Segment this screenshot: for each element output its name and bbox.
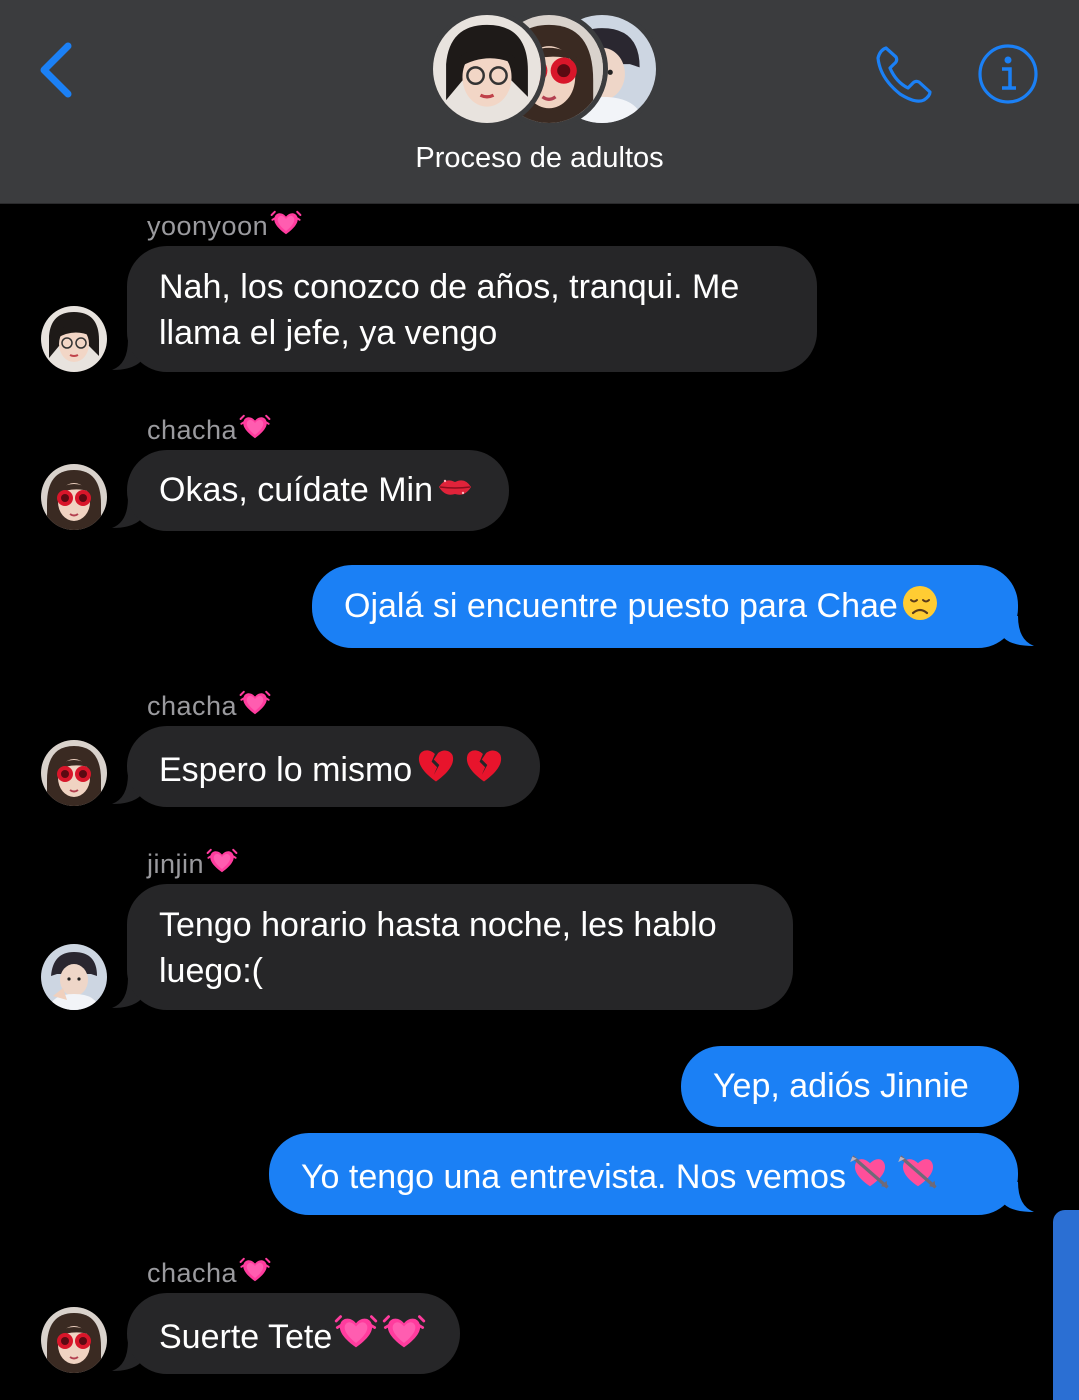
broken-heart-icon — [412, 743, 460, 787]
sender-name: jinjin — [147, 845, 238, 880]
message-bubble[interactable]: Yep, adiós Jinnie — [681, 1046, 1019, 1127]
kiss-mark-icon — [433, 467, 477, 507]
sparkling-heart-icon — [206, 845, 238, 877]
sparkling-heart-icon — [270, 207, 302, 239]
sparkling-heart-icon — [332, 1310, 380, 1354]
avatar[interactable] — [41, 740, 107, 806]
sparkling-heart-icon — [239, 687, 271, 719]
message-text: Okas, cuídate Min — [159, 471, 434, 509]
broken-heart-icon — [460, 743, 508, 787]
message-bubble[interactable]: Yo tengo una entrevista. Nos vemos — [269, 1133, 1018, 1215]
disappointed-face-icon — [898, 583, 942, 623]
sender-name: chacha — [147, 1254, 271, 1289]
back-button[interactable] — [36, 40, 80, 100]
sparkling-heart-icon — [239, 1254, 271, 1286]
message-text: Suerte Tete — [159, 1318, 333, 1356]
message-text: Yep, adiós Jinnie — [713, 1067, 969, 1105]
sender-name: chacha — [147, 687, 271, 722]
avatar[interactable] — [41, 306, 107, 372]
sender-name-text: chacha — [147, 691, 238, 721]
message-bubble[interactable]: Okas, cuídate Min — [127, 450, 510, 531]
call-button[interactable] — [872, 42, 938, 108]
sender-name-text: chacha — [147, 1258, 238, 1288]
sender-name-text: yoonyoon — [147, 211, 269, 241]
message-bubble[interactable]: Tengo horario hasta noche, les hablo lue… — [127, 884, 793, 1010]
message-text: Yo tengo una entrevista. Nos vemos — [301, 1158, 846, 1196]
message-bubble[interactable]: Suerte Tete — [127, 1293, 461, 1374]
phone-icon — [876, 46, 932, 103]
message-text: Ojalá si encuentre puesto para Chae — [344, 587, 898, 625]
sender-name-text: jinjin — [147, 849, 205, 879]
sparkling-heart-icon — [380, 1310, 428, 1354]
sender-name-text: chacha — [147, 415, 238, 445]
message-text: Espero lo mismo — [159, 751, 413, 789]
scrollbar[interactable] — [1053, 1210, 1079, 1400]
heart-with-arrow-icon — [894, 1150, 942, 1194]
chat-header: Proceso de adultos — [0, 0, 1079, 204]
info-button[interactable] — [976, 42, 1040, 106]
message-bubble[interactable]: Nah, los conozco de años, tranqui. Me ll… — [127, 246, 817, 372]
group-member-avatar — [428, 10, 546, 128]
info-icon — [978, 44, 1038, 104]
group-avatar-stack[interactable] — [428, 8, 661, 128]
chevron-left-icon — [40, 42, 72, 98]
sender-name: yoonyoon — [147, 207, 302, 242]
avatar[interactable] — [41, 944, 107, 1010]
avatar[interactable] — [41, 464, 107, 530]
sender-name: chacha — [147, 411, 271, 446]
message-bubble[interactable]: Espero lo mismo — [127, 726, 541, 807]
sparkling-heart-icon — [239, 411, 271, 443]
message-text: Tengo horario hasta noche, les hablo lue… — [159, 906, 717, 990]
heart-with-arrow-icon — [846, 1150, 894, 1194]
message-bubble[interactable]: Ojalá si encuentre puesto para Chae — [312, 565, 1018, 648]
chat-title[interactable]: Proceso de adultos — [0, 142, 1079, 175]
avatar[interactable] — [41, 1307, 107, 1373]
message-text: Nah, los conozco de años, tranqui. Me ll… — [159, 268, 740, 352]
